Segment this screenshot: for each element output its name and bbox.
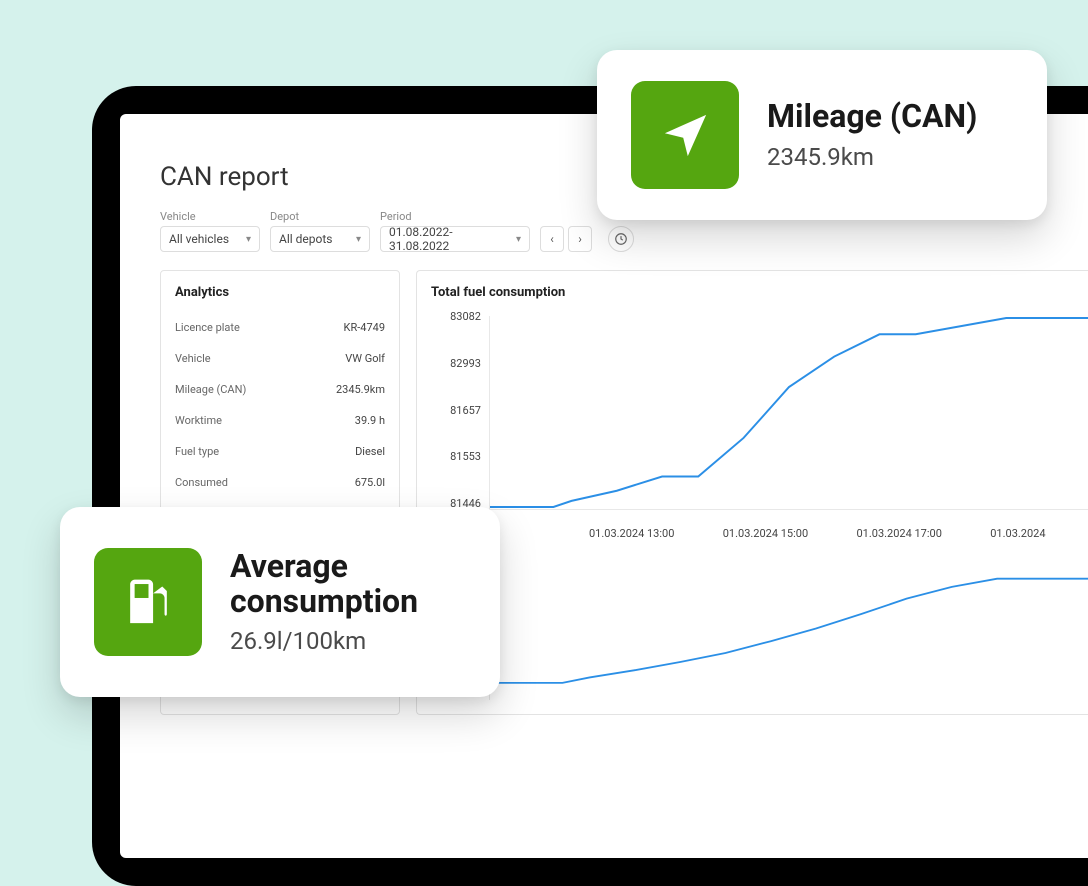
time-button[interactable] (608, 226, 634, 252)
avg-card-title: Average consumption (230, 549, 466, 619)
ytick: 83082 (431, 310, 481, 323)
vehicle-dropdown-value: All vehicles (169, 232, 229, 246)
analytics-row: Worktime 39.9 h (175, 405, 385, 436)
analytics-value: KR-4749 (344, 321, 385, 334)
analytics-row: Vehicle VW Golf (175, 343, 385, 374)
chevron-down-icon: ▾ (246, 234, 251, 245)
mileage-icon-box (631, 81, 739, 189)
depot-filter-label: Depot (270, 210, 370, 223)
ytick: 81657 (431, 404, 481, 417)
period-dropdown-value: 01.08.2022-31.08.2022 (389, 225, 508, 253)
mileage-card-value: 2345.9km (767, 143, 977, 171)
analytics-value: 39.9 h (355, 414, 385, 427)
analytics-label: Worktime (175, 414, 222, 427)
mileage-card-title: Mileage (CAN) (767, 99, 977, 134)
avg-icon-box (94, 548, 202, 656)
chevron-down-icon: ▾ (516, 234, 521, 245)
ytick: 82993 (431, 357, 481, 370)
chart-panel: Total fuel consumption 83082 82993 81657… (416, 270, 1088, 715)
xtick: 01.03.2024 15:00 (723, 527, 857, 540)
secondary-chart: 241527 240823 (431, 570, 1088, 700)
analytics-row: Consumed 675.0l (175, 467, 385, 498)
analytics-value: 675.0l (355, 476, 385, 489)
chevron-left-icon: ‹ (550, 232, 554, 246)
fuel-pump-icon (121, 575, 176, 630)
xtick: 01.03.2024 17:00 (857, 527, 991, 540)
next-period-button[interactable]: › (568, 226, 592, 252)
analytics-label: Consumed (175, 476, 228, 489)
chevron-down-icon: ▾ (356, 234, 361, 245)
chart-title: Total fuel consumption (431, 285, 1088, 300)
analytics-label: Licence plate (175, 321, 240, 334)
analytics-value: Diesel (355, 445, 385, 458)
depot-dropdown[interactable]: All depots ▾ (270, 226, 370, 252)
avg-card-value: 26.9l/100km (230, 627, 466, 655)
fuel-consumption-chart: 83082 82993 81657 81553 81446 01.03.2024… (431, 310, 1088, 540)
clock-icon (614, 232, 628, 246)
analytics-value: VW Golf (345, 352, 385, 365)
analytics-row: Licence plate KR-4749 (175, 312, 385, 343)
prev-period-button[interactable]: ‹ (540, 226, 564, 252)
analytics-label: Fuel type (175, 445, 219, 458)
analytics-value: 2345.9km (336, 383, 385, 396)
ytick: 81553 (431, 450, 481, 463)
analytics-row: Fuel type Diesel (175, 436, 385, 467)
analytics-label: Vehicle (175, 352, 211, 365)
xtick: 01.03.2024 13:00 (489, 527, 723, 540)
xtick: 01.03.2024 (990, 527, 1088, 540)
depot-dropdown-value: All depots (279, 232, 332, 246)
vehicle-filter-label: Vehicle (160, 210, 260, 223)
mileage-overlay-card: Mileage (CAN) 2345.9km (597, 50, 1047, 220)
analytics-title: Analytics (175, 285, 385, 300)
vehicle-dropdown[interactable]: All vehicles ▾ (160, 226, 260, 252)
app-screen: CAN report Vehicle All vehicles ▾ Depot … (120, 114, 1088, 858)
avg-consumption-overlay-card: Average consumption 26.9l/100km (60, 507, 500, 697)
analytics-row: Mileage (CAN) 2345.9km (175, 374, 385, 405)
navigation-arrow-icon (658, 108, 713, 163)
period-filter-label: Period (380, 210, 530, 223)
period-dropdown[interactable]: 01.08.2022-31.08.2022 ▾ (380, 226, 530, 252)
analytics-label: Mileage (CAN) (175, 383, 246, 396)
chevron-right-icon: › (578, 232, 582, 246)
